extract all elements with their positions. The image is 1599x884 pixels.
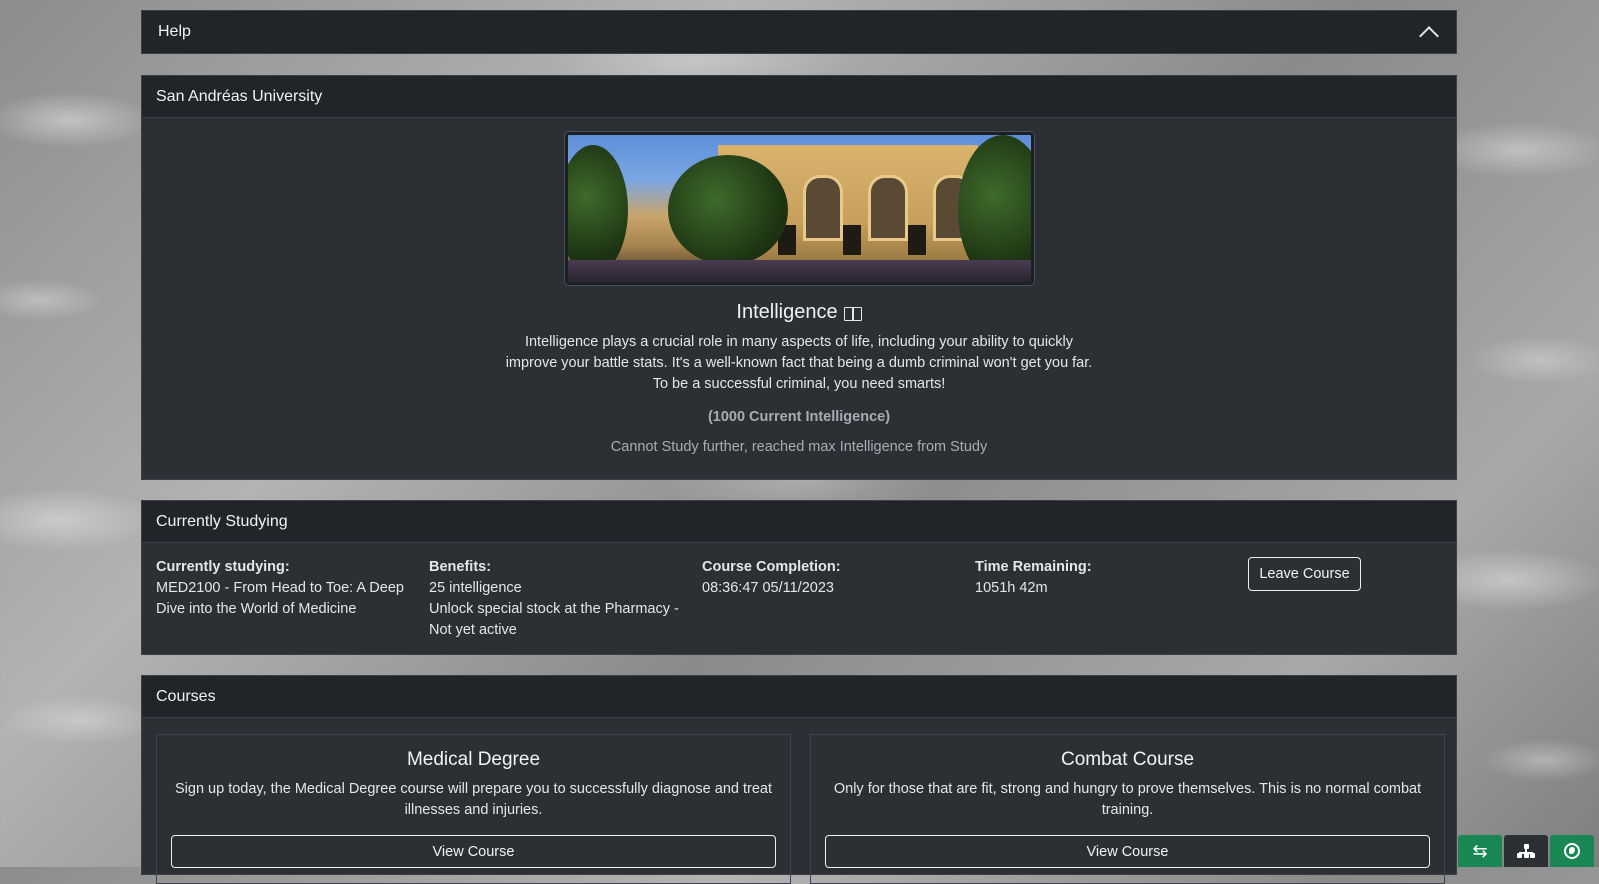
completion-value: 08:36:47 05/11/2023 bbox=[702, 580, 834, 596]
benefit-item: Unlock special stock at the Pharmacy - N… bbox=[429, 601, 679, 638]
benefits-label: Benefits: bbox=[429, 559, 492, 575]
completion-label: Course Completion: bbox=[702, 559, 841, 575]
currently-studying-card: Currently Studying Currently studying: M… bbox=[141, 500, 1457, 655]
globe-button[interactable] bbox=[1550, 835, 1594, 867]
course-description: Only for those that are fit, strong and … bbox=[833, 781, 1422, 818]
help-header[interactable]: Help bbox=[142, 11, 1456, 53]
subject-title-text: Intelligence bbox=[736, 301, 838, 323]
chevron-up-icon[interactable] bbox=[1419, 26, 1439, 46]
currently-studying-header: Currently Studying bbox=[142, 501, 1456, 543]
current-course-value: MED2100 - From Head to Toe: A Deep Dive … bbox=[156, 580, 404, 617]
current-course-column: Currently studying: MED2100 - From Head … bbox=[156, 557, 406, 620]
course-item-medical-degree: Medical Degree Sign up today, the Medica… bbox=[156, 734, 791, 884]
courses-header: Courses bbox=[142, 676, 1456, 718]
current-intelligence: (1000 Current Intelligence) bbox=[707, 409, 891, 425]
current-course-label: Currently studying: bbox=[156, 559, 290, 575]
study-status-message: Cannot Study further, reached max Intell… bbox=[610, 439, 988, 455]
course-title: Combat Course bbox=[1060, 749, 1195, 770]
leave-course-button[interactable]: Leave Course bbox=[1248, 557, 1361, 591]
completion-column: Course Completion: 08:36:47 05/11/2023 bbox=[702, 557, 952, 599]
view-course-button[interactable]: View Course bbox=[171, 835, 776, 868]
help-title: Help bbox=[158, 23, 191, 40]
swap-icon: ⇆ bbox=[1472, 840, 1488, 862]
course-title: Medical Degree bbox=[406, 749, 541, 770]
time-remaining-value: 1051h 42m bbox=[975, 580, 1048, 596]
course-item-combat-course: Combat Course Only for those that are fi… bbox=[810, 734, 1445, 884]
university-image bbox=[564, 132, 1034, 285]
building-arch bbox=[802, 175, 843, 241]
swap-button[interactable]: ⇆ bbox=[1458, 835, 1502, 867]
view-course-button[interactable]: View Course bbox=[825, 835, 1430, 868]
help-panel: Help bbox=[141, 10, 1457, 54]
building-door bbox=[907, 225, 926, 255]
sitemap-icon bbox=[1517, 844, 1535, 858]
book-icon bbox=[843, 307, 862, 321]
building-door bbox=[842, 225, 861, 255]
university-body: Intelligence Intelligence plays a crucia… bbox=[142, 118, 1456, 455]
sitemap-node bbox=[1523, 853, 1529, 858]
sitemap-button[interactable] bbox=[1504, 835, 1548, 867]
course-description: Sign up today, the Medical Degree course… bbox=[175, 781, 772, 818]
subject-title: Intelligence bbox=[142, 301, 1456, 324]
flower-bed bbox=[567, 260, 1031, 282]
subject-description: Intelligence plays a crucial role in man… bbox=[505, 334, 1093, 392]
time-remaining-label: Time Remaining: bbox=[975, 559, 1092, 575]
sitemap-node bbox=[1517, 853, 1522, 858]
university-header: San Andréas University bbox=[142, 76, 1456, 118]
globe-icon bbox=[1564, 843, 1580, 859]
currently-studying-body: Currently studying: MED2100 - From Head … bbox=[142, 543, 1456, 653]
building-arch bbox=[867, 175, 908, 241]
courses-card: Courses Medical Degree Sign up today, th… bbox=[141, 675, 1457, 884]
time-remaining-column: Time Remaining: 1051h 42m bbox=[975, 557, 1225, 599]
university-card: San Andréas University Intelligence Inte… bbox=[141, 75, 1457, 480]
benefits-column: Benefits: 25 intelligence Unlock special… bbox=[429, 557, 679, 641]
sitemap-node bbox=[1530, 853, 1535, 858]
tree bbox=[667, 155, 788, 265]
benefit-item: 25 intelligence bbox=[429, 580, 522, 596]
palm-tree bbox=[567, 145, 628, 275]
